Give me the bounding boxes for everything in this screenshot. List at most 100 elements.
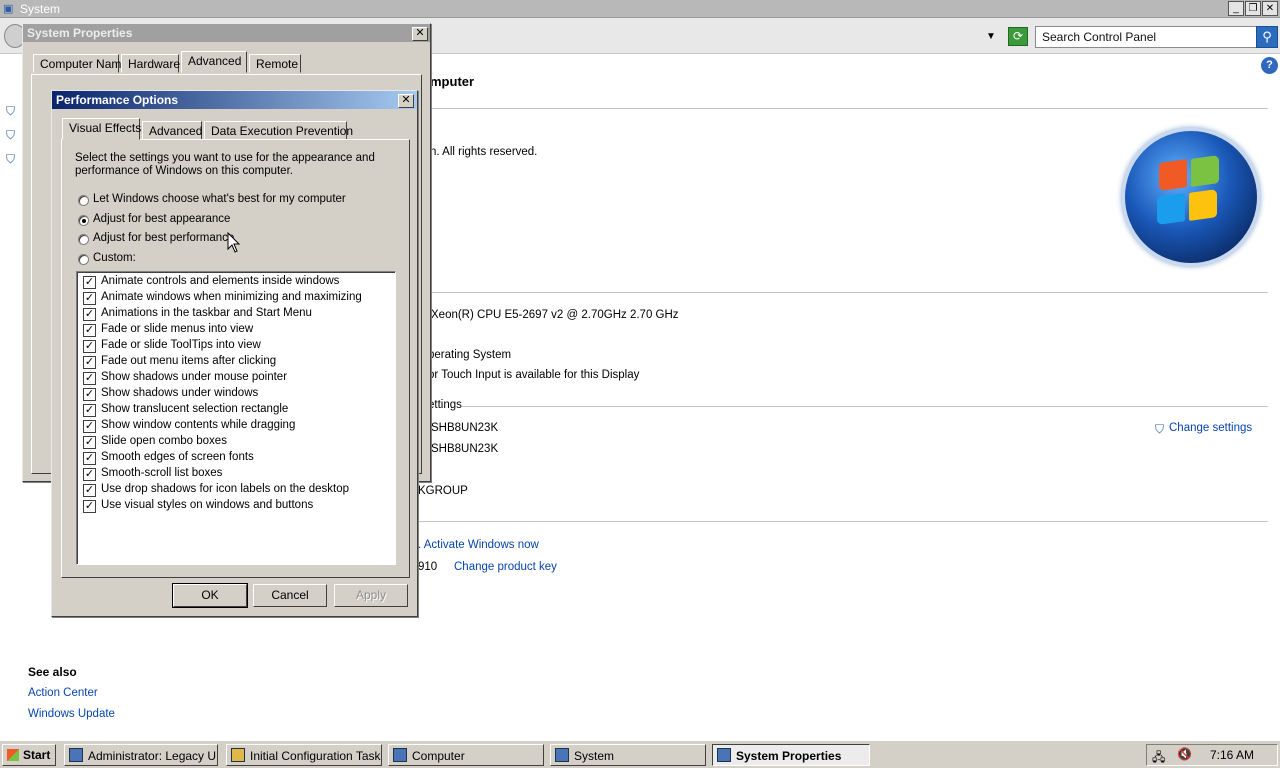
computer-icon [393,748,407,762]
effect-row[interactable]: ✓ Smooth edges of screen fonts [83,451,393,467]
radio-let-windows-choose[interactable] [78,195,89,206]
task-button-powershell[interactable]: Administrator: Legacy U... [64,744,218,766]
volume-muted-icon[interactable]: 🔇 [1177,747,1192,761]
copyright-text: n. All rights reserved. [430,146,538,158]
page-title-fragment: mputer [430,74,475,89]
effect-row[interactable]: ✓ Animations in the taskbar and Start Men… [83,307,393,323]
apply-button[interactable]: Apply [334,584,408,607]
start-button[interactable]: Start [2,744,56,766]
effect-row[interactable]: ✓ Slide open combo boxes [83,435,393,451]
see-also-heading: See also [28,665,77,679]
effect-row[interactable]: ✓ Show translucent selection rectangle [83,403,393,419]
effect-row[interactable]: ✓ Use drop shadows for icon labels on the… [83,483,393,499]
effect-row[interactable]: ✓ Show shadows under windows [83,387,393,403]
effect-checkbox[interactable]: ✓ [83,404,96,417]
network-icon[interactable]: 🖧 [1152,748,1165,769]
clock[interactable]: 7:16 AM [1210,748,1254,762]
effect-label: Fade or slide menus into view [101,323,254,335]
system-window-titlebar[interactable]: ▣ [0,0,1280,18]
change-settings-link[interactable]: Change settings [1169,422,1252,434]
effect-checkbox[interactable]: ✓ [83,372,96,385]
tab-data-execution-prevention[interactable]: Data Execution Prevention [204,121,353,140]
effect-checkbox[interactable]: ✓ [83,324,96,337]
search-icon[interactable]: ⚲ [1256,26,1278,48]
divider [430,292,1268,293]
task-label: Initial Configuration Tasks [250,749,382,763]
activate-windows-link[interactable]: . Activate Windows now [418,539,539,551]
effect-label: Show shadows under mouse pointer [101,371,288,383]
pen-touch-value: or Touch Input is available for this Dis… [428,369,640,381]
radio-label: Let Windows choose what's best for my co… [93,193,346,205]
effect-row[interactable]: ✓ Show window contents while dragging [83,419,393,435]
task-label: Computer [412,749,465,763]
refresh-icon[interactable]: ⟳ [1008,27,1028,46]
visual-effects-list[interactable]: ✓ Animate controls and elements inside wi… [76,271,396,565]
task-button-computer[interactable]: Computer [388,744,544,766]
effect-row[interactable]: ✓ Use visual styles on windows and button… [83,499,393,515]
radio-best-appearance[interactable] [78,215,89,226]
system-properties-titlebar[interactable]: System Properties [23,24,430,42]
effect-label: Use drop shadows for icon labels on the … [101,483,350,495]
effect-checkbox[interactable]: ✓ [83,308,96,321]
address-dropdown-arrow[interactable]: ▼ [986,31,996,42]
performance-options-titlebar[interactable]: Performance Options [52,91,417,109]
radio-best-performance[interactable] [78,234,89,245]
effect-row[interactable]: ✓ Fade or slide ToolTips into view [83,339,393,355]
effect-row[interactable]: ✓ Smooth-scroll list boxes [83,467,393,483]
effect-checkbox[interactable]: ✓ [83,356,96,369]
close-icon[interactable]: ✕ [398,94,414,108]
system-window-icon: ▣ [3,3,14,15]
effect-checkbox[interactable]: ✓ [83,292,96,305]
system-properties-tabs: Computer Name Hardware Advanced Remote [33,51,418,76]
effect-row[interactable]: ✓ Fade or slide menus into view [83,323,393,339]
settings-description: Select the settings you want to use for … [75,152,375,177]
help-icon[interactable]: ? [1261,57,1278,74]
tab-remote[interactable]: Remote [249,54,301,73]
tab-computer-name[interactable]: Computer Name [33,54,128,73]
tab-advanced[interactable]: Advanced [181,51,247,73]
effect-checkbox[interactable]: ✓ [83,452,96,465]
tab-visual-effects[interactable]: Visual Effects [62,118,141,140]
task-button-initial-config[interactable]: Initial Configuration Tasks [226,744,382,766]
windows-logo [1122,128,1260,266]
system-type-value: perating System [428,349,512,361]
ok-button[interactable]: OK [172,583,248,608]
effect-checkbox[interactable]: ✓ [83,436,96,449]
effect-checkbox[interactable]: ✓ [83,468,96,481]
effect-checkbox[interactable]: ✓ [83,420,96,433]
task-button-system-properties[interactable]: System Properties [712,744,870,766]
close-icon[interactable]: ✕ [412,27,428,41]
effect-row[interactable]: ✓ Animate controls and elements inside wi… [83,275,393,291]
radio-label: Adjust for best performance [93,232,235,244]
task-button-system[interactable]: System [550,744,706,766]
search-input[interactable]: Search Control Panel [1035,26,1258,48]
effect-checkbox[interactable]: ✓ [83,276,96,289]
effect-label: Animations in the taskbar and Start Menu [101,307,312,319]
effect-row[interactable]: ✓ Show shadows under mouse pointer [83,371,393,387]
task-label: System Properties [736,749,842,763]
radio-custom[interactable] [78,254,89,265]
effect-checkbox[interactable]: ✓ [83,484,96,497]
system-icon [555,748,569,762]
close-button[interactable]: ✕ [1262,1,1278,16]
divider [418,521,1268,522]
performance-options-dialog: Performance Options ✕ Visual Effects Adv… [51,90,418,617]
effect-label: Fade out menu items after clicking [101,355,277,367]
system-properties-icon [717,748,731,762]
minimize-button[interactable]: _ [1228,1,1244,16]
effect-row[interactable]: ✓ Fade out menu items after clicking [83,355,393,371]
divider [462,406,1268,407]
maximize-button[interactable]: ❐ [1245,1,1261,16]
change-product-key-link[interactable]: Change product key [454,561,557,573]
effect-row[interactable]: ✓ Animate windows when minimizing and max… [83,291,393,307]
tab-advanced[interactable]: Advanced [142,121,202,140]
effect-checkbox[interactable]: ✓ [83,388,96,401]
windows-update-link[interactable]: Windows Update [28,708,115,720]
action-center-link[interactable]: Action Center [28,687,98,699]
effect-checkbox[interactable]: ✓ [83,340,96,353]
cancel-button[interactable]: Cancel [253,584,327,607]
shield-icon: ⛉ [6,128,16,142]
full-computer-name-value: SHB8UN23K [431,443,499,455]
tab-hardware[interactable]: Hardware [121,54,180,73]
effect-checkbox[interactable]: ✓ [83,500,96,513]
